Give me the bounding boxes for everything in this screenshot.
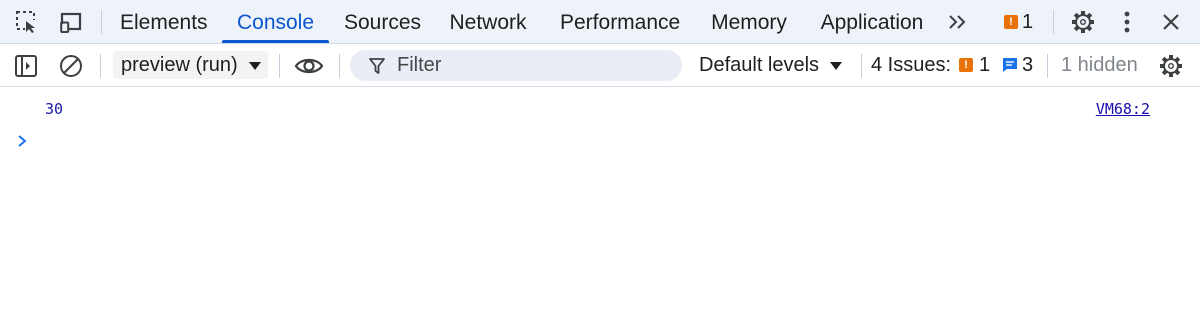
- tab-elements[interactable]: Elements: [120, 0, 208, 43]
- tab-application[interactable]: Application: [818, 0, 926, 43]
- issues-badge-count: 1: [1022, 10, 1034, 33]
- issues-counter[interactable]: 4 Issues: ! 1 3: [871, 44, 1041, 87]
- more-tabs-chevron-icon: [949, 15, 966, 29]
- issue-info-icon: [1003, 58, 1017, 72]
- hidden-messages-count: 1 hidden: [1061, 54, 1138, 76]
- close-icon: [1163, 14, 1179, 30]
- dropdown-caret-icon: [249, 62, 261, 70]
- tabbar-divider: [101, 10, 102, 34]
- more-tabs-button[interactable]: [944, 8, 972, 36]
- issues-info-count: 3: [1022, 54, 1034, 76]
- device-toolbar-button[interactable]: [56, 8, 88, 36]
- clear-console-button[interactable]: [57, 52, 85, 80]
- devtools-tab-bar: Elements Console Sources Network Perform…: [0, 0, 1200, 44]
- prompt-chevron-icon: [18, 135, 27, 147]
- clear-console-icon: [60, 55, 82, 77]
- issue-error-icon: !: [1004, 15, 1018, 29]
- settings-gear-icon: [1072, 11, 1094, 33]
- inspect-element-icon: [16, 11, 39, 34]
- tabbar-divider: [1053, 10, 1054, 34]
- issues-badge[interactable]: ! 1: [1004, 8, 1033, 36]
- live-expression-button[interactable]: [292, 52, 326, 80]
- sidebar-toggle-icon: [15, 55, 37, 77]
- toolbar-divider: [861, 54, 862, 78]
- console-settings-button[interactable]: [1157, 52, 1185, 80]
- active-tab-indicator: [222, 40, 329, 43]
- issues-error-count: 1: [979, 54, 991, 76]
- console-prompt[interactable]: [16, 134, 28, 153]
- more-options-button[interactable]: [1115, 8, 1139, 36]
- inspect-element-button[interactable]: [12, 8, 42, 36]
- toolbar-divider: [1047, 54, 1048, 78]
- toolbar-divider: [100, 54, 101, 78]
- tab-sources[interactable]: Sources: [344, 0, 421, 43]
- close-devtools-button[interactable]: [1157, 8, 1185, 36]
- console-output[interactable]: 30 VM68:2: [0, 87, 1200, 316]
- tab-memory[interactable]: Memory: [709, 0, 789, 43]
- toolbar-divider: [279, 54, 280, 78]
- tab-network[interactable]: Network: [447, 0, 529, 43]
- dropdown-caret-icon: [830, 62, 842, 70]
- log-levels-label: Default levels: [699, 54, 820, 76]
- console-toolbar: preview (run) Filter Default levels 4 Is…: [0, 44, 1200, 87]
- console-number-value: 30: [45, 100, 64, 118]
- log-levels-dropdown[interactable]: Default levels: [699, 44, 842, 87]
- settings-button[interactable]: [1068, 8, 1098, 36]
- source-link[interactable]: VM68:2: [1096, 100, 1150, 118]
- settings-gear-icon: [1160, 55, 1182, 77]
- filter-input[interactable]: Filter: [350, 50, 682, 81]
- kebab-menu-icon: [1124, 11, 1130, 33]
- tab-console[interactable]: Console: [224, 0, 327, 43]
- context-select[interactable]: preview (run): [113, 51, 268, 79]
- device-toolbar-icon: [60, 12, 82, 33]
- tab-performance[interactable]: Performance: [560, 0, 680, 43]
- issue-error-icon: !: [959, 58, 973, 72]
- filter-placeholder: Filter: [397, 54, 442, 76]
- issues-label: 4 Issues:: [871, 54, 952, 76]
- eye-icon: [294, 58, 324, 74]
- context-select-value: preview (run): [121, 54, 238, 76]
- toggle-sidebar-button[interactable]: [12, 52, 40, 80]
- toolbar-divider: [339, 54, 340, 78]
- filter-funnel-icon: [369, 58, 385, 74]
